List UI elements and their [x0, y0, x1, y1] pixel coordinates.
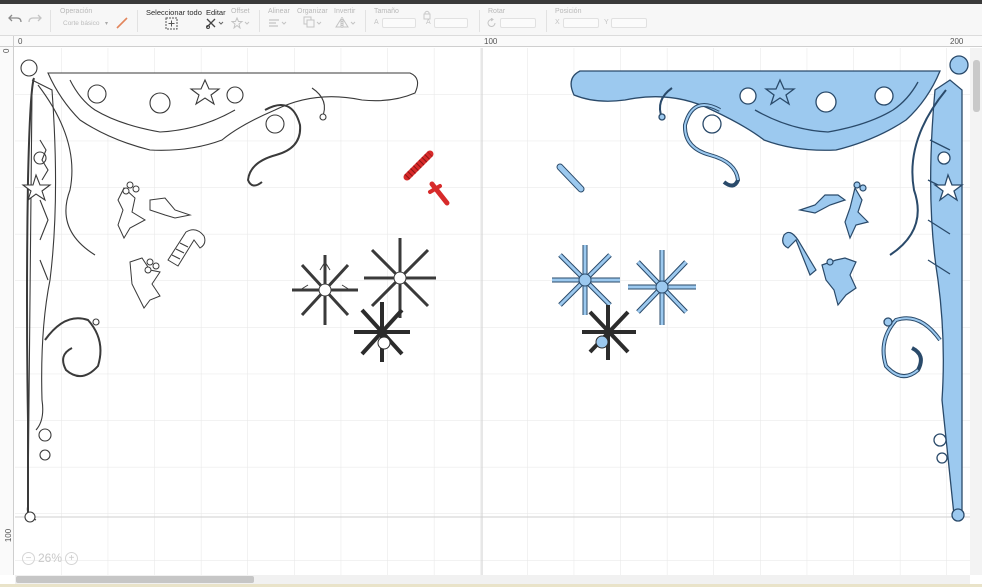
- align-icon[interactable]: [268, 17, 288, 31]
- zoom-control: − 26% +: [22, 549, 79, 567]
- toolbar-separator: [365, 10, 366, 32]
- left-snowflake-1[interactable]: [292, 255, 358, 325]
- size-width-field[interactable]: [382, 18, 416, 28]
- ruler-top[interactable]: 0 100 200: [14, 36, 982, 47]
- toolbar-separator: [50, 10, 51, 32]
- select-all-label: Seleccionar todo: [146, 8, 202, 17]
- right-snowflake-dark[interactable]: [582, 305, 636, 360]
- rotate-field[interactable]: [500, 18, 536, 28]
- edit-label: Editar: [206, 8, 226, 17]
- align-label: Alinear: [268, 8, 290, 15]
- toolbar-separator: [546, 10, 547, 32]
- right-snowflake-1[interactable]: [552, 245, 620, 315]
- arrange-label: Organizar: [297, 8, 328, 15]
- position-x-field[interactable]: [563, 18, 599, 28]
- offset-label: Offset: [231, 8, 250, 15]
- operation-select[interactable]: Corte básico ▾: [60, 18, 112, 30]
- redo-icon[interactable]: [28, 12, 42, 26]
- zoom-out-button[interactable]: −: [22, 551, 35, 565]
- size-height-field[interactable]: [434, 18, 468, 28]
- blade-color-icon[interactable]: [116, 17, 128, 31]
- toolbar-separator: [259, 10, 260, 32]
- ruler-corner: [0, 36, 14, 47]
- select-all-icon[interactable]: [165, 17, 178, 32]
- position-label: Posición: [555, 8, 582, 15]
- ruler-left-label: 100: [4, 528, 14, 543]
- flip-icon[interactable]: [335, 17, 357, 31]
- toolbar-separator: [479, 10, 480, 32]
- vertical-scrollbar-thumb[interactable]: [973, 60, 980, 112]
- position-y-field[interactable]: [611, 18, 647, 28]
- zoom-in-button[interactable]: +: [65, 551, 79, 565]
- position-y-label: Y: [604, 19, 609, 26]
- zoom-level: 26%: [38, 551, 63, 565]
- undo-icon[interactable]: [8, 12, 22, 26]
- ruler-left[interactable]: 0 100: [0, 47, 14, 575]
- rotate-label: Rotar: [488, 8, 506, 15]
- offset-icon[interactable]: [230, 16, 251, 31]
- size-height-label: A: [426, 19, 431, 26]
- operation-label: Operación: [60, 8, 93, 15]
- ruler-top-label: 0: [18, 37, 23, 46]
- size-label: Tamaño: [374, 8, 399, 15]
- horizontal-scrollbar-thumb[interactable]: [16, 576, 254, 583]
- ruler-top-label: 100: [484, 37, 498, 46]
- chevron-down-icon: ▾: [105, 21, 109, 27]
- toolbar-separator: [137, 10, 138, 32]
- operation-value: Corte básico: [63, 20, 100, 27]
- size-width-label: A: [374, 19, 379, 26]
- left-snowflake-dark[interactable]: [354, 302, 410, 362]
- design-toolbar: Operación Corte básico ▾ Seleccionar tod…: [0, 4, 982, 36]
- flip-label: Invertir: [334, 8, 356, 15]
- edit-icon[interactable]: [205, 17, 225, 31]
- ruler-top-label: 200: [950, 37, 964, 46]
- design-canvas[interactable]: [15, 48, 970, 575]
- position-x-label: X: [555, 19, 560, 26]
- ruler-left-label: 0: [2, 48, 11, 53]
- arrange-icon[interactable]: [303, 16, 323, 31]
- rotate-icon: [487, 17, 497, 30]
- vertical-scrollbar[interactable]: [970, 48, 982, 575]
